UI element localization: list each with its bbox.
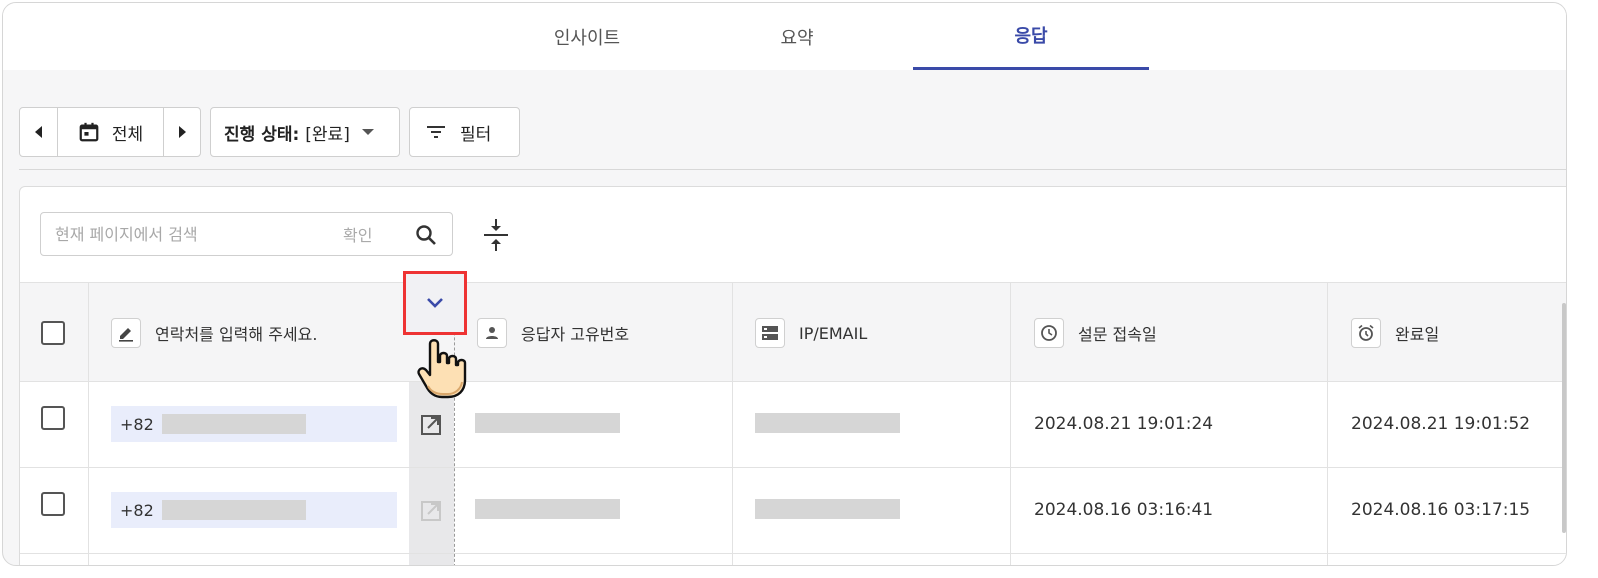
masked-ip-email [755,413,900,433]
column-header-ip-email[interactable]: IP/EMAIL [755,283,867,383]
toolbar-divider [19,169,1566,170]
period-selector: 전체 [19,107,201,157]
row-checkbox[interactable] [41,406,65,430]
filter-button[interactable]: 필터 [409,107,520,157]
dropdown-arrow-icon [361,129,374,135]
pencil-icon [111,318,141,348]
column-header-completed[interactable]: 완료일 [1351,283,1439,383]
column-header-respondent-id[interactable]: 응답자 고유번호 [477,283,629,383]
phone-prefix: +82 [120,500,154,520]
chevron-down-icon [427,298,443,308]
next-period-button[interactable] [164,108,200,156]
completed-date: 2024.08.16 03:17:15 [1351,500,1531,520]
scrollbar[interactable] [1562,303,1566,533]
prev-period-button[interactable] [20,108,58,156]
search-box: 확인 [40,212,453,256]
calendar-icon [79,122,99,142]
search-input[interactable] [55,224,335,244]
period-label: 전체 [111,124,144,145]
completed-date: 2024.08.21 19:01:52 [1351,414,1531,434]
caret-left-icon [35,126,42,138]
column-label-respondent-id: 응답자 고유번호 [521,325,630,344]
clock-icon [1034,318,1064,348]
column-label-contact: 연락처를 입력해 주세요. [155,325,318,344]
phone-prefix: +82 [120,414,154,434]
period-button[interactable]: 전체 [58,108,164,156]
row-density-icon[interactable] [480,217,512,253]
table-row[interactable]: +82 2024.08.16 03:16:41 2024.08.16 03:17… [20,468,1566,554]
filter-label: 필터 [460,124,492,145]
server-icon [755,318,785,348]
masked-respondent-id [475,413,620,433]
open-external-icon[interactable] [419,413,443,437]
column-label-ip-email: IP/EMAIL [799,323,868,343]
tab-bar: 인사이트 요약 응답 [3,3,1566,70]
row-checkbox[interactable] [41,492,65,516]
select-all-checkbox[interactable] [41,321,65,345]
masked-value [161,414,306,434]
search-confirm-button[interactable]: 확인 [343,222,372,246]
table-row[interactable]: +82 2024.08.21 19:01:24 2024.08.21 19:01… [20,382,1566,468]
person-icon [477,318,507,348]
caret-right-icon [178,126,186,138]
responses-panel: 확인 [19,186,1566,565]
tab-summary[interactable]: 요약 [679,3,915,70]
status-prefix: 진행 상태: [224,124,300,145]
tab-insight[interactable]: 인사이트 [469,3,705,70]
accessed-date: 2024.08.16 03:16:41 [1034,500,1214,520]
open-external-icon [421,501,441,521]
contact-cell[interactable]: +82 [111,406,397,442]
column-label-accessed: 설문 접속일 [1078,325,1157,344]
accessed-date: 2024.08.21 19:01:24 [1034,414,1214,434]
table-header: 연락처를 입력해 주세요. 응답자 고유번호 IP/EMAIL 설문 접속일 완… [20,282,1566,383]
column-expand-button[interactable] [403,271,467,335]
tab-responses[interactable]: 응답 [913,3,1149,70]
masked-value [161,500,306,520]
header-select-all [41,283,65,383]
masked-respondent-id [475,499,620,519]
column-label-completed: 완료일 [1395,325,1440,344]
column-header-accessed[interactable]: 설문 접속일 [1034,283,1157,383]
pointer-hand-icon [417,339,467,399]
column-header-contact[interactable]: 연락처를 입력해 주세요. [111,283,317,383]
status-dropdown[interactable]: 진행 상태: [완료] [210,107,400,157]
masked-ip-email [755,499,900,519]
status-value: [완료] [305,124,350,145]
alarm-icon [1351,318,1381,348]
app-frame: 인사이트 요약 응답 전체 진행 상태: [완료] 필터 현재 페이지에서 검색… [2,2,1567,566]
contact-cell[interactable]: +82 [111,492,397,528]
search-icon[interactable] [414,223,438,247]
filter-icon [427,126,445,138]
